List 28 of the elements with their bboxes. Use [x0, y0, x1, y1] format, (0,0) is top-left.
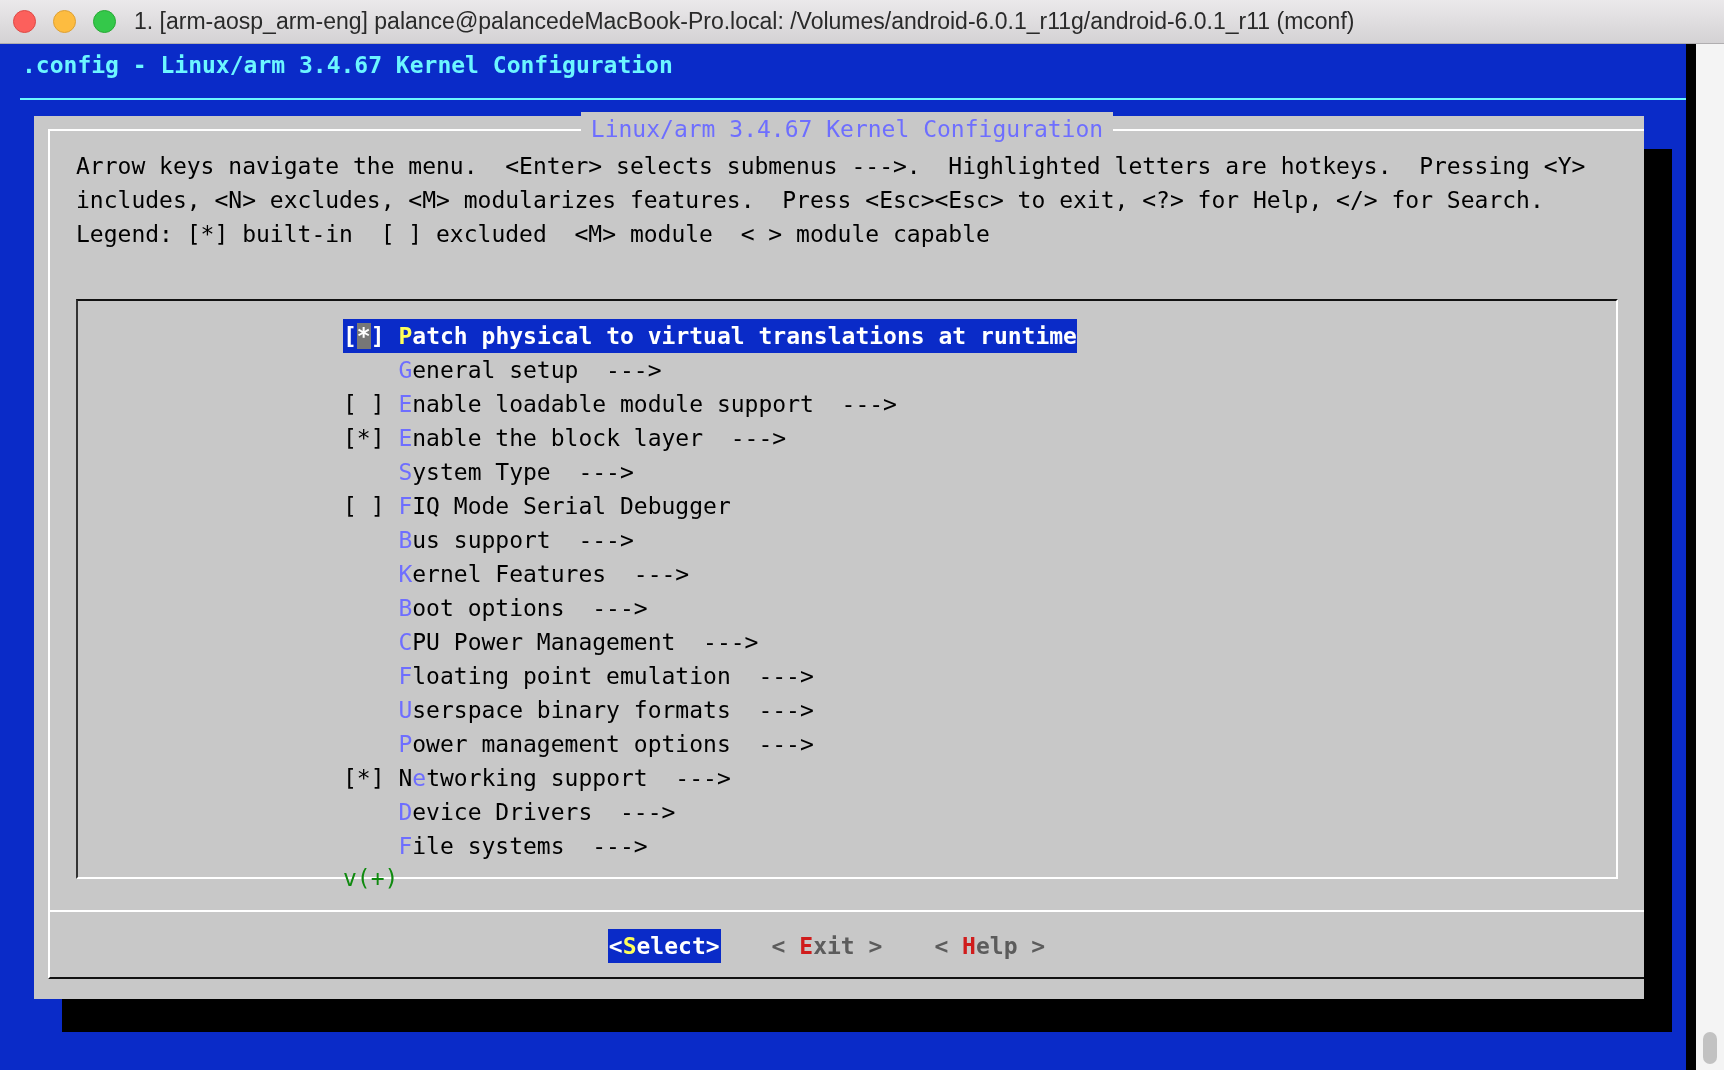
scrollbar-thumb[interactable] — [1703, 1032, 1717, 1064]
help-text: Arrow keys navigate the menu. <Enter> selects submenus --->. Highlighted letters are hotkeys. Pressing <Y> includes, <N> excludes, <M> modularizes features. Press <Esc><Esc> to exit, <?> for Help, </> for Search. — [76, 152, 1587, 215]
menu-item[interactable]: Boot options ---> — [343, 591, 648, 625]
menu-item[interactable]: [ ] Enable loadable module support ---> — [343, 387, 897, 421]
menu-item[interactable]: [*] Networking support ---> — [343, 761, 731, 795]
menu-item[interactable]: System Type ---> — [343, 455, 634, 489]
menu-item[interactable]: Floating point emulation ---> — [343, 659, 814, 693]
menu-item[interactable]: Userspace binary formats ---> — [343, 693, 814, 727]
menu-item[interactable]: General setup ---> — [343, 353, 662, 387]
menu-item[interactable]: Bus support ---> — [343, 523, 634, 557]
legend-text: Legend: [*] built-in [ ] excluded <M> module < > module capable — [76, 220, 991, 249]
dialog-button[interactable]: < Help > — [933, 929, 1047, 963]
close-button[interactable] — [13, 10, 36, 33]
dialog-button[interactable]: < Exit > — [770, 929, 884, 963]
menu-item[interactable]: Device Drivers ---> — [343, 795, 676, 829]
config-header: .config - Linux/arm 3.4.67 Kernel Configuration — [21, 51, 674, 80]
menu-item[interactable]: Kernel Features ---> — [343, 557, 690, 591]
menu-item[interactable]: CPU Power Management ---> — [343, 625, 759, 659]
menu-item[interactable]: File systems ---> — [343, 829, 648, 863]
minimize-button[interactable] — [53, 10, 76, 33]
scroll-more-indicator: v(+) — [343, 864, 399, 893]
menu-item[interactable]: [*] Enable the block layer ---> — [343, 421, 787, 455]
menu-item[interactable]: Power management options ---> — [343, 727, 814, 761]
zoom-button[interactable] — [93, 10, 116, 33]
dialog-button[interactable]: <Select> — [607, 929, 721, 963]
window-title: 1. [arm-aosp_arm-eng] palance@palancedeMacBook-Pro.local: /Volumes/android-6.0.1_r11g/android-6.0.1_r11 (mconf) — [134, 8, 1355, 35]
menu-item[interactable]: [*] Patch physical to virtual translations at runtime — [343, 319, 1077, 353]
menu-item[interactable]: [ ] FIQ Mode Serial Debugger — [343, 489, 731, 523]
